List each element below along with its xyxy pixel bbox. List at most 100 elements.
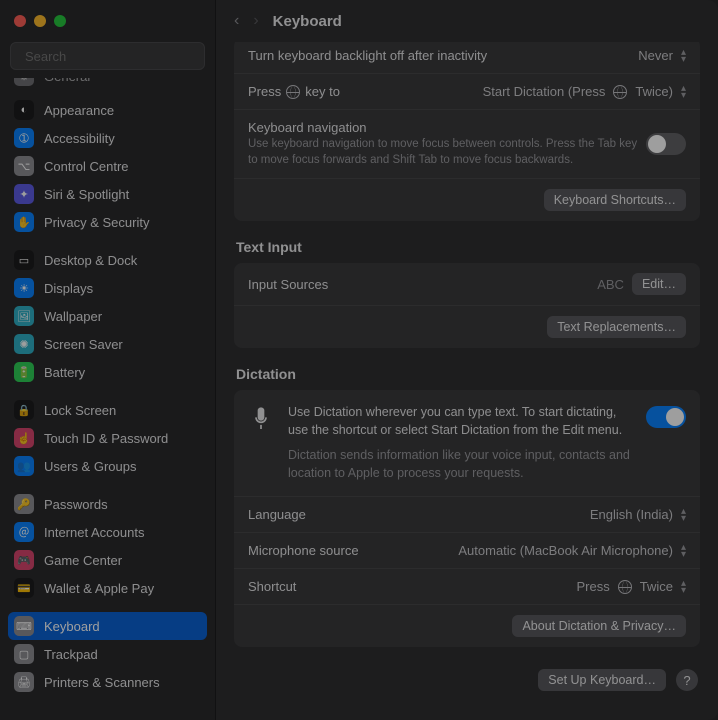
sidebar-item-label: Wallpaper [44, 309, 102, 324]
sidebar-item-label: Screen Saver [44, 337, 123, 352]
sidebar-item-appearance[interactable]: ◐ Appearance [8, 96, 207, 124]
globe-icon [618, 580, 632, 594]
window-controls [0, 0, 215, 42]
sidebar-item-desktop-dock[interactable]: ▭Desktop & Dock [8, 246, 207, 274]
page-title: Keyboard [273, 13, 342, 30]
appearance-icon: ◐ [14, 100, 34, 120]
sidebar-item-label: General [44, 78, 90, 84]
sidebar: ⚙ General ◐ Appearance ➀ Accessibility ⌥ Contro… [0, 0, 216, 720]
content-area: ‹ › Keyboard Turn keyboard backlight off… [216, 0, 718, 720]
sidebar-item-accessibility[interactable]: ➀ Accessibility [8, 124, 207, 152]
search-field[interactable] [10, 42, 205, 70]
sidebar-item-privacy-security[interactable]: ✋Privacy & Security [8, 208, 207, 236]
sidebar-item-siri-spotlight[interactable]: ✦Siri & Spotlight [8, 180, 207, 208]
close-window-button[interactable] [14, 15, 26, 27]
keyboard-settings-panel: Turn keyboard backlight off after inacti… [234, 42, 700, 221]
wallpaper-icon: 🖼 [14, 306, 34, 326]
sidebar-item-label: Appearance [44, 103, 114, 118]
sidebar-item-passwords[interactable]: 🔑 Passwords [8, 490, 207, 518]
sidebar-item-control-centre[interactable]: ⌥ Control Centre [8, 152, 207, 180]
about-dictation-button[interactable]: About Dictation & Privacy… [512, 615, 686, 637]
sidebar-item-label: Users & Groups [44, 459, 136, 474]
sidebar-list[interactable]: ⚙ General ◐ Appearance ➀ Accessibility ⌥ Contro… [0, 78, 215, 720]
forward-button[interactable]: › [253, 12, 258, 30]
chevron-updown-icon: ▴▾ [681, 85, 686, 99]
press-key-row[interactable]: Press key to Start Dictation (Press Twic… [234, 73, 700, 109]
printers-scanners-icon: 🖨 [14, 672, 34, 692]
backlight-row[interactable]: Turn keyboard backlight off after inacti… [234, 42, 700, 73]
sidebar-item-label: Game Center [44, 553, 122, 568]
chevron-updown-icon: ▴▾ [681, 508, 686, 522]
dictation-header-row: Use Dictation wherever you can type text… [234, 390, 700, 496]
input-sources-label: Input Sources [248, 277, 328, 292]
touch-id-password-icon: ☝ [14, 428, 34, 448]
accessibility-icon: ➀ [14, 128, 34, 148]
sidebar-item-lock-screen[interactable]: 🔒 Lock Screen [8, 396, 207, 424]
siri-spotlight-icon: ✦ [14, 184, 34, 204]
help-button[interactable]: ? [676, 669, 698, 691]
sidebar-item-label: Lock Screen [44, 403, 116, 418]
backlight-label: Turn keyboard backlight off after inacti… [248, 48, 487, 63]
dictation-shortcut-popup[interactable]: Press Twice ▴▾ [577, 579, 687, 594]
input-sources-row: Input Sources ABC Edit… [234, 263, 700, 305]
minimize-window-button[interactable] [34, 15, 46, 27]
dictation-section-title: Dictation [236, 366, 698, 382]
sidebar-item-trackpad[interactable]: ▢ Trackpad [8, 640, 207, 668]
keyboard-shortcuts-button[interactable]: Keyboard Shortcuts… [544, 189, 686, 211]
general-icon: ⚙ [14, 78, 34, 86]
sidebar-item-wallpaper[interactable]: 🖼 Wallpaper [8, 302, 207, 330]
sidebar-item-touch-id-password[interactable]: ☝Touch ID & Password [8, 424, 207, 452]
sidebar-item-label: Displays [44, 281, 93, 296]
sidebar-item-label: Control Centre [44, 159, 129, 174]
dictation-language-row[interactable]: Language English (India) ▴▾ [234, 496, 700, 532]
text-input-section-title: Text Input [236, 239, 698, 255]
sidebar-item-label: Trackpad [44, 647, 98, 662]
trackpad-icon: ▢ [14, 644, 34, 664]
sidebar-item-wallet-apple-pay[interactable]: 💳Wallet & Apple Pay [8, 574, 207, 602]
sidebar-item-label: Accessibility [44, 131, 115, 146]
sidebar-item-label: Printers & Scanners [44, 675, 160, 690]
globe-icon [613, 85, 627, 99]
control-centre-icon: ⌥ [14, 156, 34, 176]
sidebar-item-game-center[interactable]: 🎮 Game Center [8, 546, 207, 574]
zoom-window-button[interactable] [54, 15, 66, 27]
keyboard-navigation-title: Keyboard navigation [248, 120, 646, 135]
game-center-icon: 🎮 [14, 550, 34, 570]
backlight-popup[interactable]: Never ▴▾ [638, 48, 686, 63]
dictation-toggle[interactable] [646, 406, 686, 428]
sidebar-item-label: Privacy & Security [44, 215, 149, 230]
chevron-updown-icon: ▴▾ [681, 544, 686, 558]
sidebar-item-label: Keyboard [44, 619, 100, 634]
input-sources-edit-button[interactable]: Edit… [632, 273, 686, 295]
sidebar-item-label: Wallet & Apple Pay [44, 581, 154, 596]
search-input[interactable] [25, 49, 201, 64]
dictation-shortcut-row[interactable]: Shortcut Press Twice ▴▾ [234, 568, 700, 604]
dictation-mic-popup[interactable]: Automatic (MacBook Air Microphone) ▴▾ [458, 543, 686, 558]
setup-keyboard-button[interactable]: Set Up Keyboard… [538, 669, 666, 691]
sidebar-item-label: Passwords [44, 497, 108, 512]
sidebar-item-printers-scanners[interactable]: 🖨 Printers & Scanners [8, 668, 207, 696]
users-groups-icon: 👥 [14, 456, 34, 476]
displays-icon: ☀ [14, 278, 34, 298]
sidebar-item-keyboard[interactable]: ⌨ Keyboard [8, 612, 207, 640]
sidebar-item-battery[interactable]: 🔋Battery [8, 358, 207, 386]
back-button[interactable]: ‹ [234, 12, 239, 30]
text-replacements-button[interactable]: Text Replacements… [547, 316, 686, 338]
dictation-language-popup[interactable]: English (India) ▴▾ [590, 507, 686, 522]
press-key-popup[interactable]: Start Dictation (Press Twice) ▴▾ [483, 84, 686, 99]
chevron-updown-icon: ▴▾ [681, 580, 686, 594]
sidebar-item-general[interactable]: ⚙ General [8, 78, 207, 86]
dictation-mic-row[interactable]: Microphone source Automatic (MacBook Air… [234, 532, 700, 568]
keyboard-navigation-sub: Use keyboard navigation to move focus be… [248, 137, 646, 168]
sidebar-item-internet-accounts[interactable]: ＠Internet Accounts [8, 518, 207, 546]
keyboard-icon: ⌨ [14, 616, 34, 636]
microphone-icon [248, 404, 274, 482]
sidebar-item-label: Desktop & Dock [44, 253, 137, 268]
sidebar-item-screen-saver[interactable]: ✺Screen Saver [8, 330, 207, 358]
sidebar-item-displays[interactable]: ☀ Displays [8, 274, 207, 302]
keyboard-navigation-toggle[interactable] [646, 133, 686, 155]
passwords-icon: 🔑 [14, 494, 34, 514]
sidebar-item-label: Battery [44, 365, 85, 380]
lock-screen-icon: 🔒 [14, 400, 34, 420]
sidebar-item-users-groups[interactable]: 👥 Users & Groups [8, 452, 207, 480]
